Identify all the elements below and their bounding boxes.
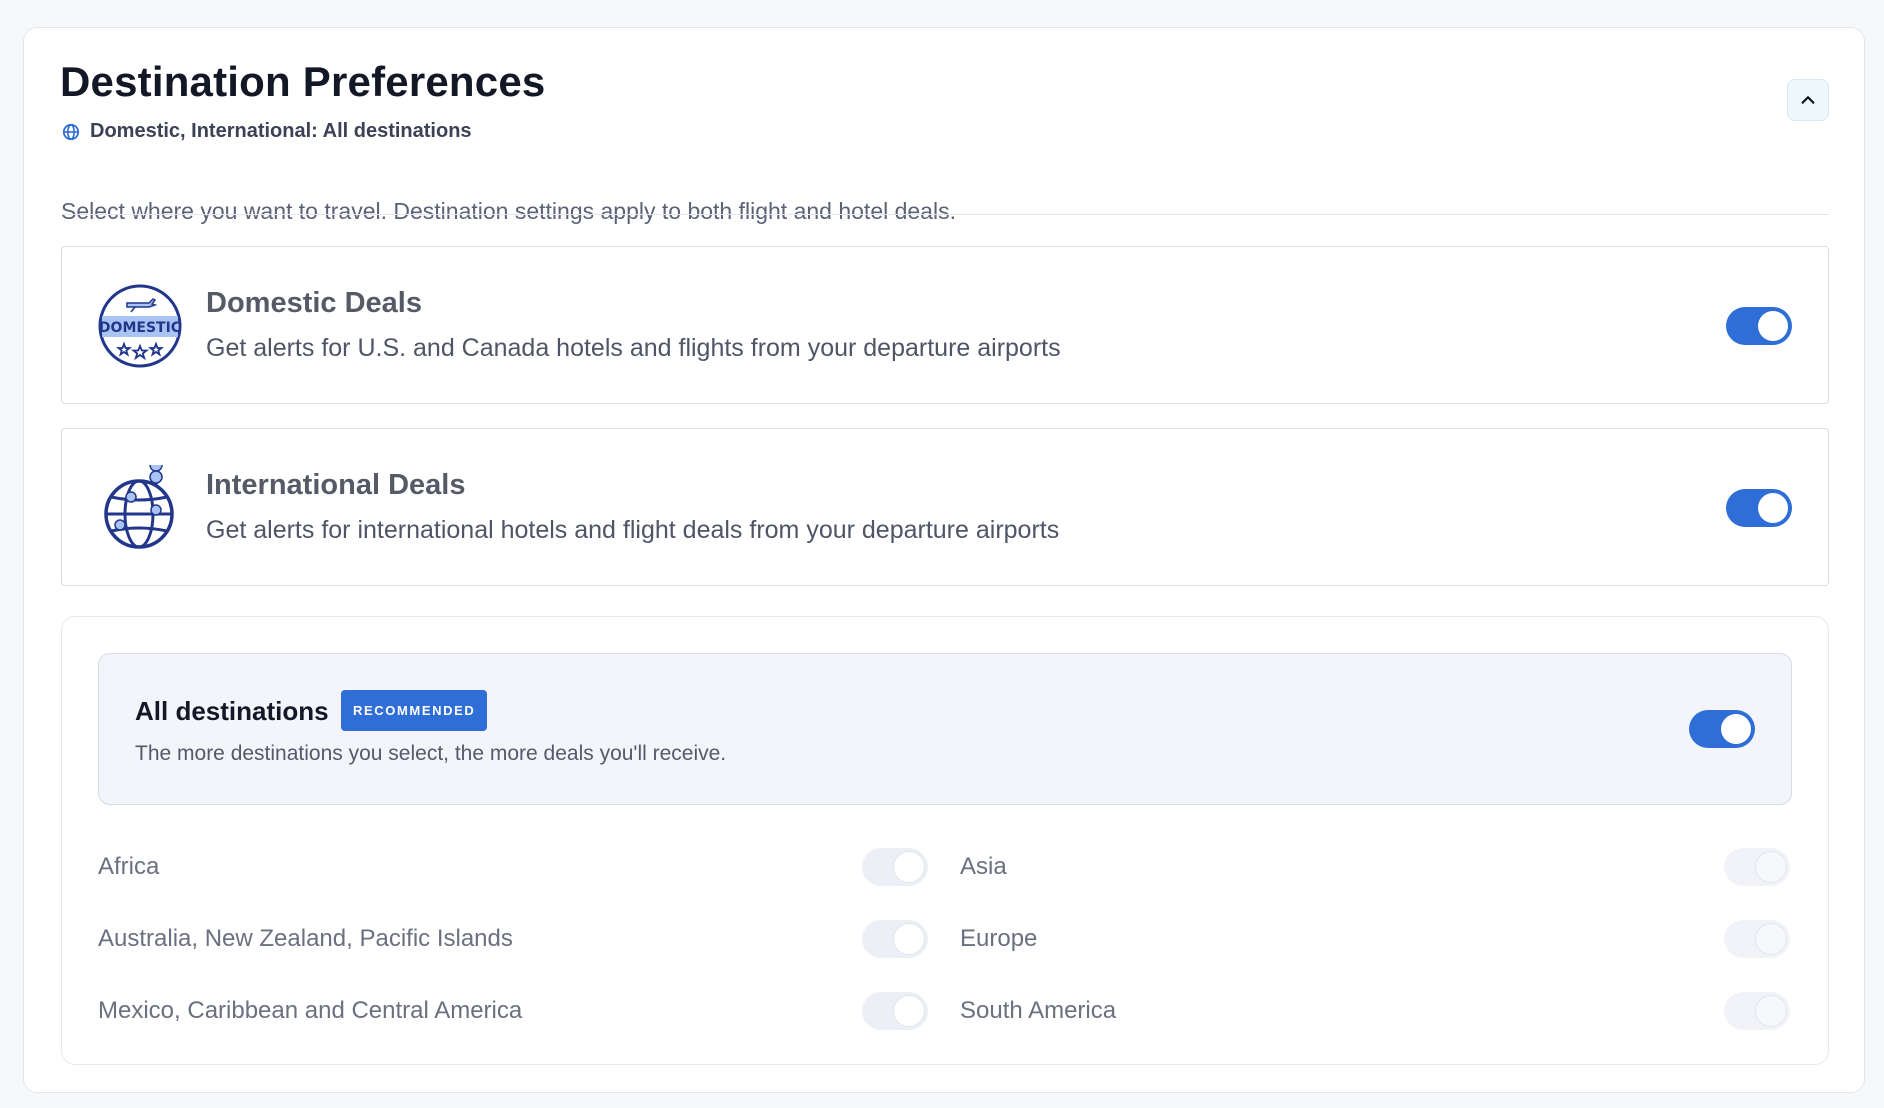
- chevron-up-icon: [1801, 96, 1815, 104]
- region-label: South America: [960, 997, 1117, 1024]
- all-destinations-title: All destinations: [135, 696, 329, 726]
- domestic-badge-text: DOMESTIC: [99, 320, 181, 336]
- toggle-knob: [1756, 852, 1786, 882]
- all-destinations-description: The more destinations you select, the mo…: [135, 742, 727, 765]
- international-deals-toggle[interactable]: [1726, 489, 1792, 527]
- region-label: Europe: [960, 925, 1038, 952]
- domestic-badge-icon: DOMESTIC: [98, 284, 182, 368]
- preferences-summary: Domestic, International: All destination…: [62, 120, 472, 143]
- toggle-knob: [1758, 311, 1788, 341]
- region-toggle-europe[interactable]: [1724, 920, 1790, 958]
- all-destinations-panel: All destinations RECOMMENDED The more de…: [98, 653, 1792, 805]
- region-toggle-australia[interactable]: [862, 920, 928, 958]
- domestic-deals-toggle[interactable]: [1726, 307, 1792, 345]
- page-title: Destination Preferences: [60, 58, 546, 105]
- region-toggle-asia[interactable]: [1724, 848, 1790, 886]
- destination-preferences-card: Destination Preferences Domestic, Intern…: [23, 27, 1865, 1093]
- region-row-australia: Australia, New Zealand, Pacific Islands: [98, 919, 928, 959]
- divider: [61, 214, 1829, 215]
- region-label: Asia: [960, 853, 1007, 880]
- region-toggle-mexico[interactable]: [862, 992, 928, 1030]
- destinations-section: All destinations RECOMMENDED The more de…: [61, 616, 1829, 1065]
- region-row-mexico: Mexico, Caribbean and Central America: [98, 991, 928, 1031]
- region-label: Australia, New Zealand, Pacific Islands: [98, 925, 513, 952]
- international-deals-title: International Deals: [206, 469, 466, 501]
- domestic-deals-title: Domestic Deals: [206, 287, 422, 319]
- toggle-knob: [1756, 924, 1786, 954]
- globe-icon: [62, 123, 80, 140]
- toggle-knob: [894, 996, 924, 1026]
- international-deals-card: International Deals Get alerts for inter…: [61, 428, 1829, 586]
- collapse-button[interactable]: [1787, 79, 1829, 121]
- region-row-africa: Africa: [98, 847, 928, 887]
- region-label: Africa: [98, 853, 160, 880]
- region-label: Mexico, Caribbean and Central America: [98, 997, 523, 1024]
- section-description: Select where you want to travel. Destina…: [61, 198, 956, 224]
- toggle-knob: [894, 924, 924, 954]
- region-row-south-america: South America: [960, 991, 1792, 1031]
- international-deals-description: Get alerts for international hotels and …: [206, 516, 1060, 544]
- toggle-knob: [1756, 996, 1786, 1026]
- toggle-knob: [1758, 493, 1788, 523]
- region-toggle-africa[interactable]: [862, 848, 928, 886]
- globe-pins-icon: [104, 465, 174, 549]
- toggle-knob: [1721, 714, 1751, 744]
- all-destinations-toggle[interactable]: [1689, 710, 1755, 748]
- summary-text: Domestic, International: All destination…: [90, 120, 472, 142]
- domestic-deals-description: Get alerts for U.S. and Canada hotels an…: [206, 334, 1061, 362]
- recommended-badge: RECOMMENDED: [341, 690, 488, 731]
- domestic-deals-card: DOMESTIC Domestic Deals Get alerts for U…: [61, 246, 1829, 404]
- toggle-knob: [894, 852, 924, 882]
- region-row-europe: Europe: [960, 919, 1792, 959]
- region-toggle-south-america[interactable]: [1724, 992, 1790, 1030]
- region-row-asia: Asia: [960, 847, 1792, 887]
